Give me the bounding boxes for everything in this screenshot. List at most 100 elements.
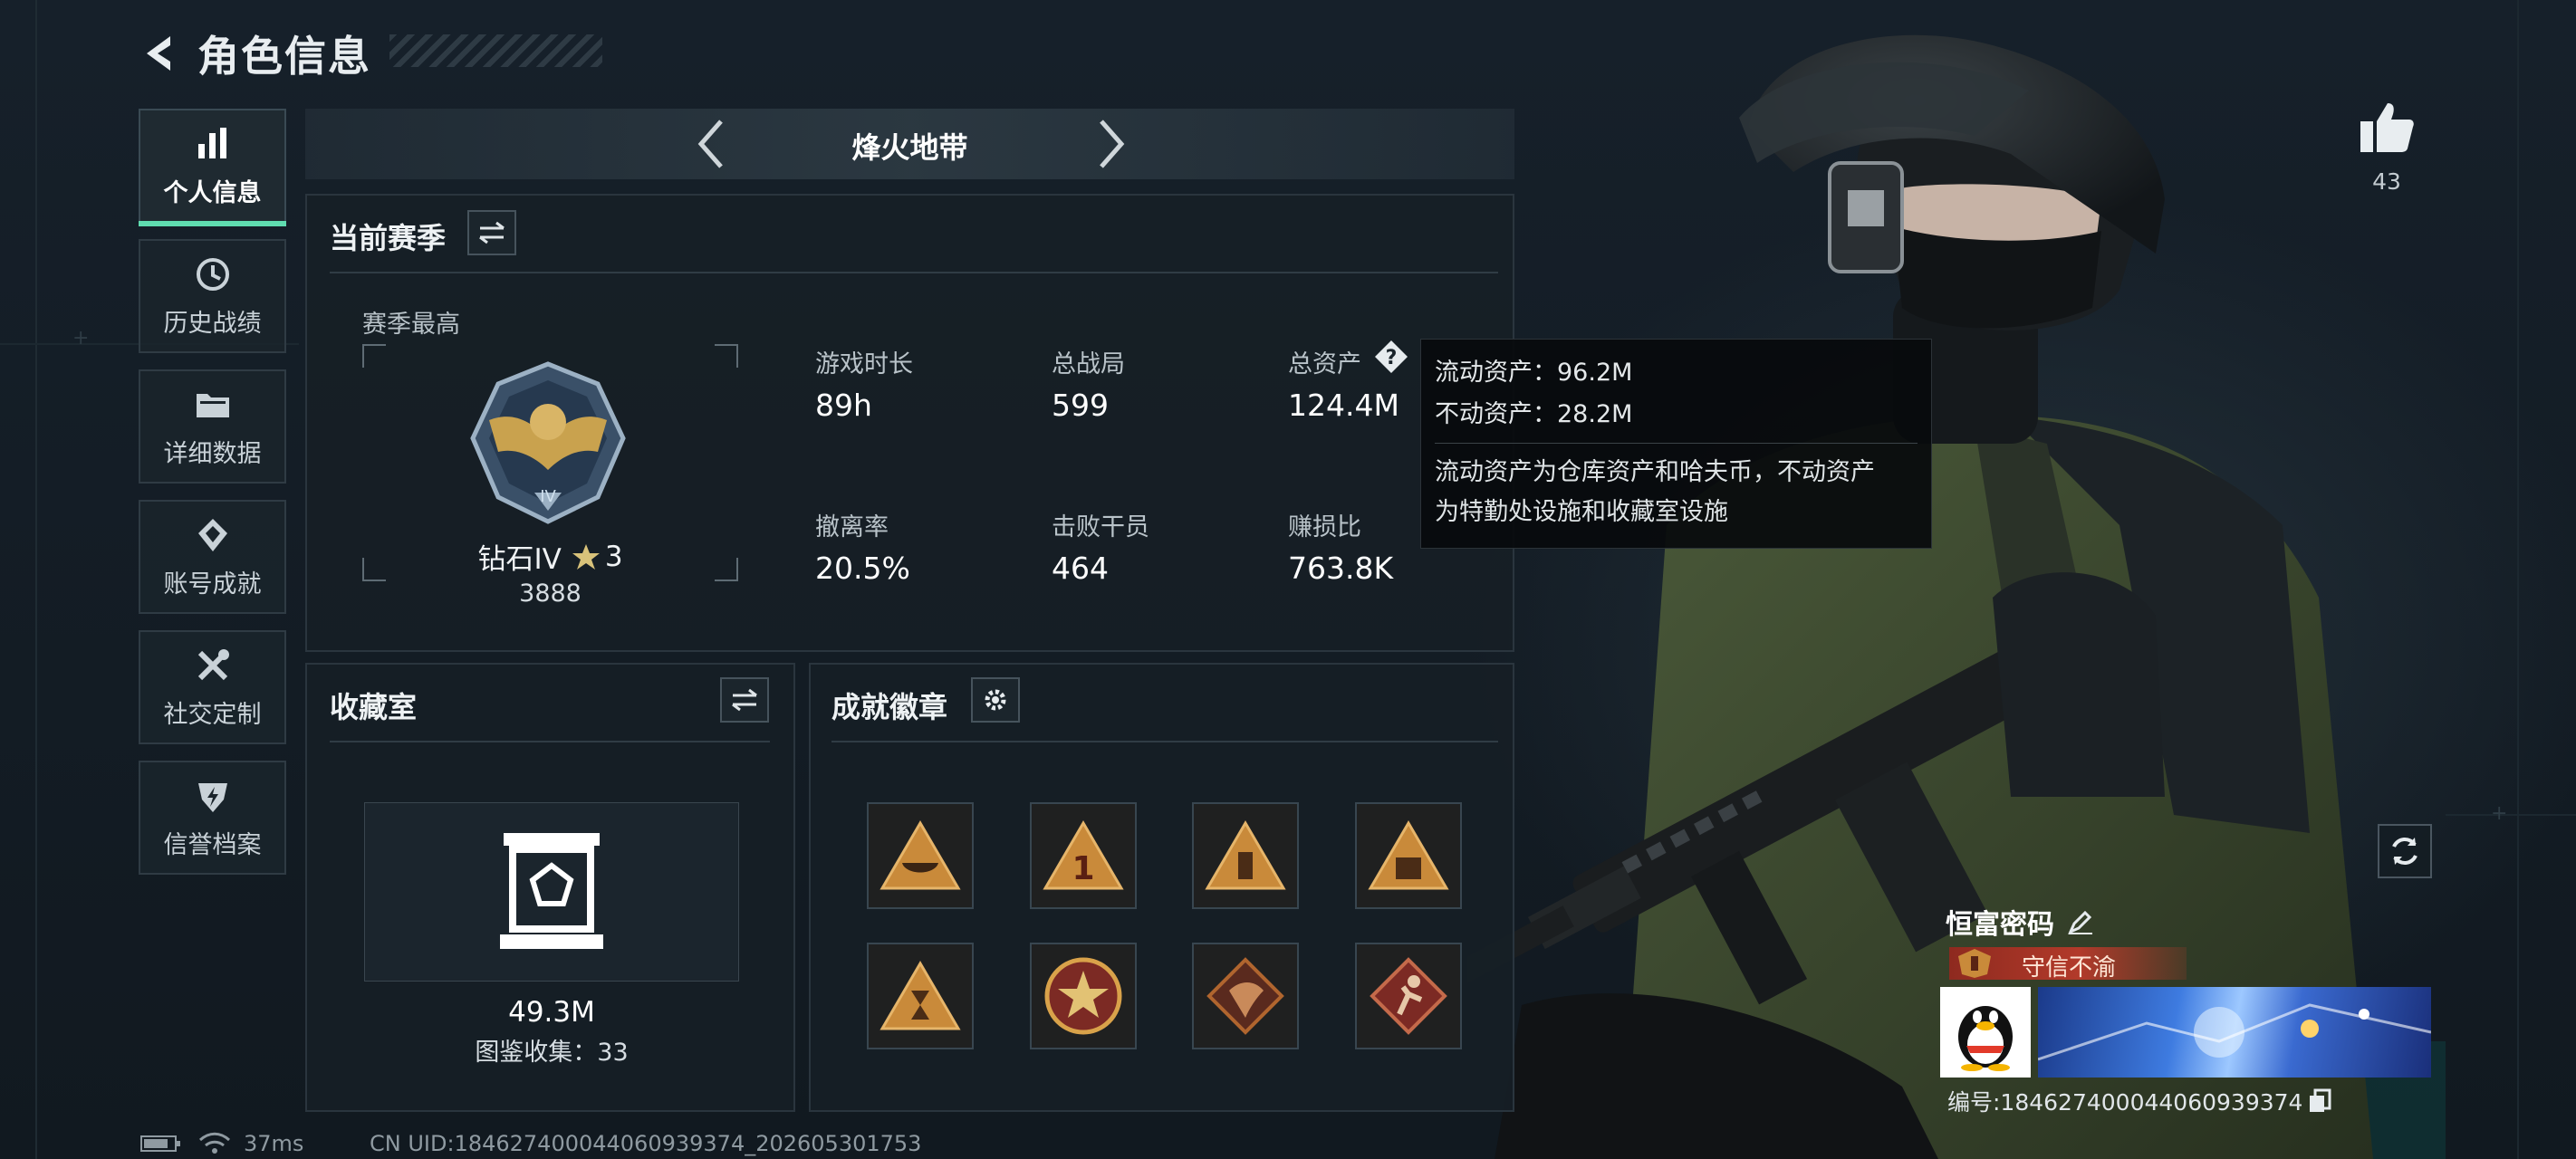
- copy-icon[interactable]: [2308, 1088, 2331, 1114]
- badge-slot[interactable]: [867, 802, 974, 909]
- liquid-assets: 流动资产：96.2M: [1435, 359, 1633, 387]
- stat-value: 763.8K: [1288, 551, 1394, 586]
- mode-selector: 烽火地带: [305, 109, 1514, 179]
- achievement-icon: [197, 518, 227, 551]
- stat-value: 599: [1052, 388, 1109, 423]
- honor-badge: 守信不渝: [1949, 947, 2187, 982]
- folder-icon: [196, 393, 229, 417]
- stat-label: 击败干员: [1052, 513, 1149, 541]
- player-id: 编号:184627400044060939374: [1947, 1089, 2303, 1116]
- mode-next-button[interactable]: [1084, 116, 1139, 172]
- rank-name: 钻石IV: [477, 543, 562, 576]
- season-title: 当前赛季: [330, 221, 447, 255]
- divider: [831, 741, 1498, 742]
- collection-switch-button[interactable]: [720, 677, 769, 723]
- help-icon[interactable]: ?: [1373, 339, 1409, 375]
- back-arrow-icon[interactable]: [136, 29, 185, 78]
- swap-icon: [732, 688, 757, 712]
- swap-icon: [479, 221, 505, 244]
- gear-icon: [985, 689, 1006, 711]
- sidebar-item-history[interactable]: 历史战绩: [139, 239, 286, 353]
- like-widget: 43: [2355, 100, 2418, 195]
- badge-slot[interactable]: [1355, 943, 1462, 1049]
- sidebar-item-label: 个人信息: [163, 178, 262, 207]
- divider: [330, 741, 770, 742]
- profile-banner: [2038, 987, 2431, 1078]
- page-title: 角色信息: [197, 32, 371, 81]
- mode-title: 烽火地带: [851, 130, 968, 165]
- stat-label: 游戏时长: [815, 350, 913, 378]
- stat-label: 总战局: [1052, 350, 1125, 378]
- edit-icon[interactable]: [2067, 908, 2094, 935]
- badge-slot[interactable]: [1192, 802, 1299, 909]
- title-decoration: [389, 34, 602, 67]
- honor-title: 守信不渝: [2022, 954, 2117, 982]
- stat-value: 124.4M: [1288, 388, 1399, 423]
- sidebar-item-label: 历史战绩: [163, 309, 262, 338]
- season-best-label: 赛季最高: [362, 311, 460, 339]
- rank-name-row: 钻石IV 3: [362, 536, 738, 577]
- collection-value: 49.3M: [508, 996, 595, 1029]
- qq-penguin-icon: [1958, 1006, 2013, 1071]
- tooltip-description-2: 为特勤处设施和收藏室设施: [1435, 498, 1728, 526]
- sidebar-item-credit-record[interactable]: 信誉档案: [139, 761, 286, 875]
- sidebar-item-detailed-data[interactable]: 详细数据: [139, 369, 286, 484]
- bar-chart-icon: [197, 127, 226, 158]
- uid-text: CN UID:184627400044060939374_20260530175…: [370, 1131, 922, 1156]
- dragon-badge-icon: [1206, 957, 1284, 1035]
- chevron-right-icon: [1100, 120, 1125, 168]
- page-header: 角色信息: [136, 22, 371, 85]
- badge-slot[interactable]: [1030, 943, 1137, 1049]
- badge-slot[interactable]: [1355, 802, 1462, 909]
- svg-text:1: 1: [1072, 850, 1094, 887]
- refresh-button[interactable]: [2378, 824, 2432, 878]
- player-name-row: 恒富密码: [1946, 902, 2094, 942]
- star-emblem-badge-icon: [1044, 957, 1122, 1035]
- player-id-row: 编号:184627400044060939374: [1947, 1085, 2331, 1117]
- sidebar: 个人信息 历史战绩 详细数据 账号成就 社交定制 信誉档案: [139, 109, 286, 891]
- stat-label: 总资产: [1288, 350, 1361, 378]
- rank-score: 3888: [519, 580, 582, 608]
- badge-slot[interactable]: 1: [1030, 802, 1137, 909]
- rank-stars: 3: [604, 540, 623, 573]
- tooltip-description-1: 流动资产为仓库资产和哈夫币，不动资产: [1435, 458, 1875, 486]
- badge-slot[interactable]: [1192, 943, 1299, 1049]
- battery-icon: [140, 1135, 180, 1152]
- history-icon: [196, 257, 229, 291]
- player-name: 恒富密码: [1946, 909, 2054, 941]
- collection-count: 图鉴收集：33: [475, 1039, 629, 1067]
- bowl-badge-icon: [879, 820, 961, 890]
- crate-badge-icon: [1368, 820, 1449, 890]
- collection-title: 收藏室: [330, 690, 418, 724]
- badge-slot[interactable]: [867, 943, 974, 1049]
- honor-emblem-icon: [1958, 949, 1991, 978]
- bottle-badge-icon: [1205, 820, 1286, 890]
- assets-tooltip: 流动资产：96.2M 不动资产：28.2M 流动资产为仓库资产和哈夫币，不动资产…: [1420, 339, 1932, 549]
- shield-bolt-icon: [197, 782, 227, 812]
- sidebar-item-label: 详细数据: [163, 439, 262, 468]
- runner-badge-icon: [1370, 957, 1447, 1035]
- sidebar-item-achievements[interactable]: 账号成就: [139, 500, 286, 614]
- fixed-assets: 不动资产：28.2M: [1435, 400, 1633, 428]
- wifi-icon: [198, 1132, 231, 1154]
- tools-icon: [197, 648, 229, 680]
- number-one-badge-icon: 1: [1043, 820, 1124, 890]
- banner-art: [2038, 1003, 2431, 1061]
- ping-value: 37ms: [244, 1131, 304, 1156]
- divider: [330, 272, 1498, 273]
- badges-settings-button[interactable]: [971, 677, 1020, 723]
- sidebar-item-label: 社交定制: [163, 700, 262, 729]
- thumbs-up-icon[interactable]: [2359, 100, 2415, 154]
- svg-text:?: ?: [1386, 347, 1398, 369]
- stat-value: 89h: [815, 388, 872, 423]
- stat-label: 赚损比: [1288, 513, 1361, 541]
- like-count: 43: [2372, 168, 2401, 195]
- season-switch-button[interactable]: [467, 210, 516, 255]
- qq-avatar[interactable]: [1940, 987, 2031, 1078]
- stat-value: 20.5%: [815, 551, 910, 586]
- sidebar-item-social-custom[interactable]: 社交定制: [139, 630, 286, 744]
- hourglass-badge-icon: [879, 961, 961, 1030]
- sidebar-item-personal-info[interactable]: 个人信息: [139, 109, 286, 226]
- badges-title: 成就徽章: [831, 690, 948, 724]
- stat-label: 撤离率: [815, 513, 889, 541]
